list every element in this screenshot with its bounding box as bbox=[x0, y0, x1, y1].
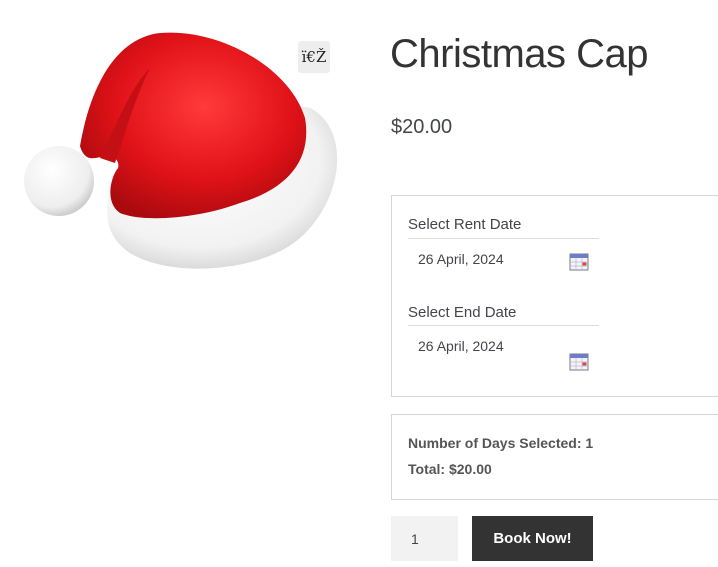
product-title: Christmas Cap bbox=[390, 32, 649, 76]
calendar-icon[interactable] bbox=[569, 351, 589, 371]
end-date-label: Select End Date bbox=[408, 304, 517, 321]
calendar-icon[interactable] bbox=[569, 251, 589, 271]
rent-date-label: Select Rent Date bbox=[408, 216, 522, 233]
product-price: $20.00 bbox=[391, 116, 453, 138]
total-text: Total: $20.00 bbox=[408, 461, 492, 477]
booking-summary-panel bbox=[391, 414, 718, 500]
rent-date-field[interactable]: 26 April, 2024 bbox=[408, 238, 599, 282]
santa-hat-image[interactable] bbox=[20, 28, 342, 278]
rent-date-value: 26 April, 2024 bbox=[418, 251, 504, 267]
end-date-value: 26 April, 2024 bbox=[418, 338, 504, 354]
book-now-button[interactable]: Book Now! bbox=[472, 516, 593, 561]
zoom-icon[interactable]: ï€Ž bbox=[298, 41, 330, 73]
days-selected-text: Number of Days Selected: 1 bbox=[408, 435, 594, 451]
quantity-input[interactable] bbox=[391, 516, 458, 561]
end-date-field[interactable]: 26 April, 2024 bbox=[408, 325, 599, 371]
